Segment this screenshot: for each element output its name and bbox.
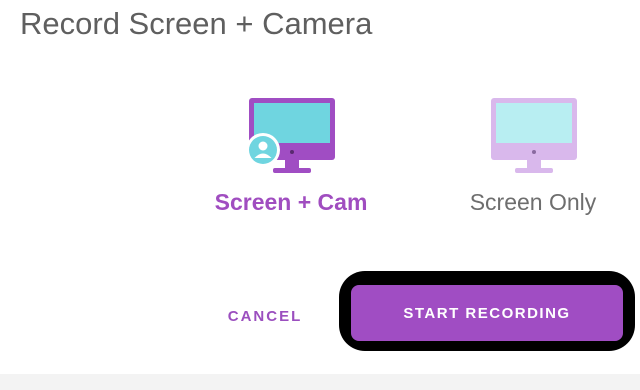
option-screen-only[interactable]: Screen Only (438, 96, 628, 226)
dialog-title: Record Screen + Camera (20, 6, 373, 41)
start-button-highlight: START RECORDING (339, 271, 635, 351)
cancel-button[interactable]: CANCEL (210, 298, 320, 334)
option-screen-cam[interactable]: Screen + Cam (196, 96, 386, 226)
record-dialog: Record Screen + Camera Screen + Cam Scre… (0, 0, 640, 374)
option-label-screen-cam: Screen + Cam (214, 189, 368, 215)
monitor-icon (491, 98, 577, 173)
monitor-with-user-icon (246, 98, 335, 173)
start-recording-button[interactable]: START RECORDING (351, 285, 623, 341)
option-label-screen-only: Screen Only (469, 189, 597, 215)
